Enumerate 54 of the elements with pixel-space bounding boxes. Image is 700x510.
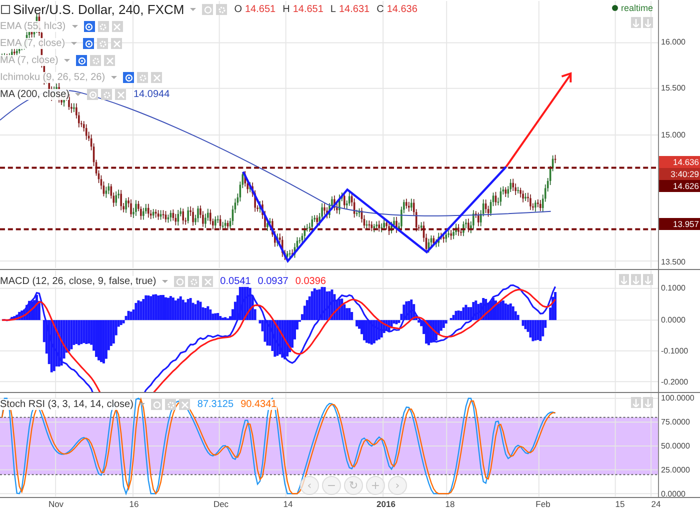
indicator-value: 87.3125	[197, 399, 234, 410]
ohlc-value: 14.636	[386, 4, 418, 15]
indicator-label: Ichimoku (9, 26, 52, 26)	[0, 72, 106, 83]
navigation-button[interactable]: ↻	[344, 476, 363, 495]
date-label: 14	[283, 499, 293, 509]
axis-label: 0.0000	[661, 490, 686, 498]
indicator-value: 0.0541	[220, 276, 251, 287]
date-label: 15	[615, 499, 625, 509]
axis-label: 15.500	[661, 84, 686, 92]
ohlc-label: H	[282, 4, 290, 15]
indicator-label: MA (200, close)	[0, 89, 70, 100]
ohlc-label: C	[376, 4, 384, 15]
axis-label: -0.1000	[661, 346, 688, 356]
axis-label: -0.2000	[661, 378, 688, 386]
axis-label: 15.000	[661, 130, 686, 140]
date-label: 2016	[376, 499, 396, 509]
navigation-button[interactable]: ›	[388, 476, 407, 495]
indicator-label: MA (7, close)	[0, 55, 58, 66]
navigation-button[interactable]: +	[366, 476, 385, 495]
axis-label: 0.0000	[661, 316, 686, 324]
price-tag: 3:40:29	[659, 168, 700, 180]
axis-label: 75.0000	[661, 418, 690, 426]
indicator-value: 0.0396	[295, 276, 326, 287]
indicator-value: 90.4341	[240, 399, 277, 410]
ohlc-value: 14.631	[338, 4, 370, 15]
indicator-value: 14.0944	[133, 89, 170, 100]
date-label: Dec	[213, 499, 229, 509]
indicator-label: Stoch RSI (3, 3, 14, 14, close)	[0, 399, 134, 410]
indicator-value: 0.0937	[258, 276, 288, 287]
axis-label: 100.0000	[661, 394, 694, 402]
ohlc-label: O	[234, 4, 242, 15]
axis-label: 13.500	[661, 258, 686, 266]
axis-label: 50.0000	[661, 442, 690, 450]
axis-label: 16.000	[661, 38, 686, 46]
symbol-title: Silver/U.S. Dollar, 240, FXCM	[13, 2, 184, 17]
date-label: 24	[651, 499, 661, 509]
axis-label: 0.1000	[661, 284, 686, 292]
indicator-label: MACD (12, 26, close, 9, false, true)	[0, 276, 156, 287]
price-tag: 14.626	[659, 180, 700, 192]
ohlc-value: 14.651	[292, 4, 324, 15]
navigation-button[interactable]: ‹	[300, 476, 319, 495]
date-label: Feb	[536, 499, 550, 509]
price-tag: 14.636	[659, 156, 700, 168]
ohlc-value: 14.651	[245, 4, 276, 15]
ohlc-label: L	[330, 4, 336, 15]
indicator-label: EMA (7, close)	[0, 38, 66, 49]
date-label: Nov	[48, 499, 64, 509]
indicator-label: EMA (55, hlc3)	[0, 21, 66, 32]
realtime-label: realtime	[620, 3, 653, 13]
date-label: 16	[129, 499, 139, 509]
axis-label: 25.0000	[661, 466, 690, 474]
date-label: 18	[445, 499, 455, 509]
price-tag: 13.957	[659, 218, 700, 230]
navigation-button[interactable]: −	[322, 476, 341, 495]
